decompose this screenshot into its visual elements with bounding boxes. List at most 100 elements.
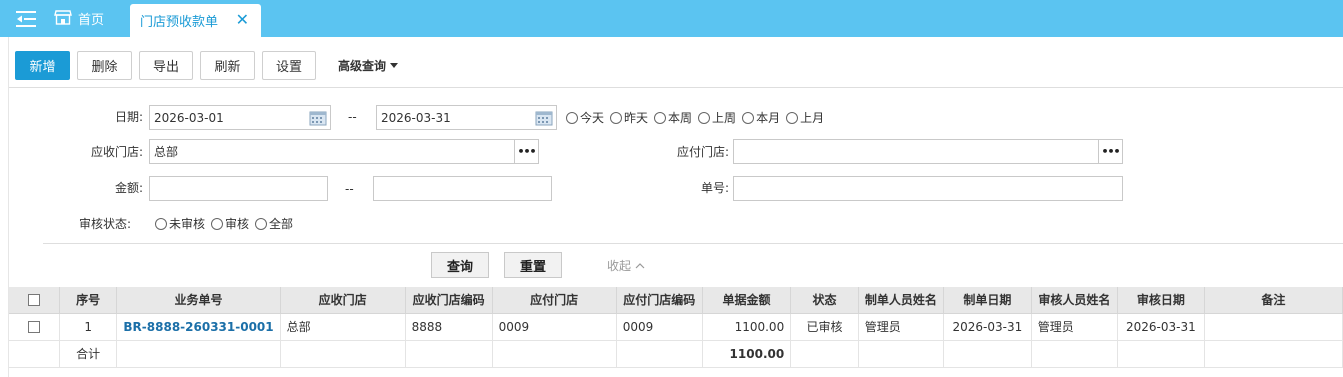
column-header[interactable]: 应收门店编码 xyxy=(405,287,493,314)
radio-circle xyxy=(610,112,623,124)
select-all-checkbox[interactable] xyxy=(27,294,40,307)
settings-button[interactable]: 设置 xyxy=(262,51,316,80)
collapse-toggle[interactable]: 收起 xyxy=(607,257,645,274)
amount-label: 金额: xyxy=(114,181,143,195)
amount-range-separator: -- xyxy=(345,182,354,196)
search-button[interactable]: 查询 xyxy=(431,252,489,278)
date-to-input[interactable] xyxy=(381,106,556,129)
cell-receive-code: 8888 xyxy=(405,313,493,341)
radio-last-week[interactable]: 上周 xyxy=(698,106,736,130)
amount-from-field[interactable] xyxy=(149,176,328,201)
calendar-icon[interactable] xyxy=(306,106,330,129)
results-table: 序号 业务单号 应收门店 应收门店编码 应付门店 应付门店编码 单据金额 状态 … xyxy=(9,287,1343,368)
date-from-field[interactable] xyxy=(149,105,331,130)
column-header[interactable]: 状态 xyxy=(790,287,859,314)
radio-today[interactable]: 今天 xyxy=(566,106,604,130)
tab-home[interactable]: 首页 xyxy=(54,0,104,37)
radio-audited[interactable]: 审核 xyxy=(211,212,249,236)
row-checkbox[interactable] xyxy=(27,321,40,333)
total-empty-cell xyxy=(1204,340,1343,368)
receive-store-field[interactable]: ••• xyxy=(149,139,539,164)
radio-this-month[interactable]: 本月 xyxy=(742,106,780,130)
radio-unaudited[interactable]: 未审核 xyxy=(155,212,205,236)
cell-audit-date: 2026-03-31 xyxy=(1117,313,1205,341)
receive-store-input[interactable] xyxy=(154,140,538,163)
doc-no-link[interactable]: BR-8888-260331-0001 xyxy=(116,313,281,341)
column-header[interactable]: 应付门店编码 xyxy=(616,287,703,314)
cell-receive-store: 总部 xyxy=(280,313,406,341)
radio-circle xyxy=(742,112,755,124)
cell-auditor: 管理员 xyxy=(1031,313,1118,341)
total-amount: 1100.00 xyxy=(702,340,792,368)
amount-to-input[interactable] xyxy=(378,177,551,200)
export-button[interactable]: 导出 xyxy=(139,51,193,80)
radio-this-week[interactable]: 本周 xyxy=(654,106,692,130)
column-header[interactable]: 应付门店 xyxy=(492,287,617,314)
column-header[interactable]: 单据金额 xyxy=(702,287,792,314)
delete-button[interactable]: 删除 xyxy=(77,51,132,80)
amount-from-input[interactable] xyxy=(154,177,327,200)
menu-toggle-icon[interactable] xyxy=(14,9,38,29)
column-header[interactable]: 应收门店 xyxy=(280,287,406,314)
radio-all[interactable]: 全部 xyxy=(255,212,293,236)
column-header[interactable]: 序号 xyxy=(59,287,118,314)
tab-home-label: 首页 xyxy=(78,13,105,28)
caret-down-icon xyxy=(390,63,399,68)
lookup-icon[interactable]: ••• xyxy=(1098,140,1122,163)
advanced-search-label: 高级查询 xyxy=(338,59,387,73)
quick-date-radios: 今天 昨天 本周 上周 本月 上月 xyxy=(566,106,830,130)
radio-circle xyxy=(654,112,667,124)
doc-no-input[interactable] xyxy=(738,177,1122,200)
select-all-cell[interactable] xyxy=(9,287,60,314)
total-empty-cell xyxy=(492,340,617,368)
date-from-input[interactable] xyxy=(154,106,330,129)
radio-circle xyxy=(698,112,711,124)
total-empty-cell xyxy=(116,340,281,368)
radio-last-month[interactable]: 上月 xyxy=(786,106,824,130)
cell-remark xyxy=(1204,313,1343,341)
add-button[interactable]: 新增 xyxy=(15,51,70,80)
total-empty-cell xyxy=(405,340,493,368)
receive-store-label: 应收门店: xyxy=(90,145,143,159)
row-select-cell[interactable] xyxy=(9,313,60,341)
reset-button[interactable]: 重置 xyxy=(504,252,562,278)
doc-no-field[interactable] xyxy=(733,176,1123,201)
radio-circle xyxy=(211,218,224,230)
radio-circle xyxy=(566,112,578,124)
cell-status: 已审核 xyxy=(790,313,859,341)
refresh-button[interactable]: 刷新 xyxy=(200,51,255,80)
lookup-icon[interactable]: ••• xyxy=(514,140,538,163)
amount-to-field[interactable] xyxy=(373,176,552,201)
calendar-icon[interactable] xyxy=(532,106,556,129)
radio-circle xyxy=(155,218,167,230)
tab-store-prepayment[interactable]: 门店预收款单 ✕ xyxy=(130,4,261,37)
pay-store-input[interactable] xyxy=(738,140,1122,163)
date-to-field[interactable] xyxy=(376,105,557,130)
column-header[interactable]: 制单人员姓名 xyxy=(858,287,944,314)
table-row[interactable]: 1 BR-8888-260331-0001 总部 8888 0009 0009 … xyxy=(9,313,1343,341)
column-header[interactable]: 业务单号 xyxy=(116,287,281,314)
radio-label: 上月 xyxy=(800,111,825,125)
column-header[interactable]: 制单日期 xyxy=(943,287,1032,314)
total-empty-cell xyxy=(1031,340,1118,368)
column-header[interactable]: 审核日期 xyxy=(1117,287,1205,314)
column-header[interactable]: 备注 xyxy=(1204,287,1343,314)
total-empty-cell xyxy=(9,340,60,368)
radio-yesterday[interactable]: 昨天 xyxy=(610,106,648,130)
close-tab-icon[interactable]: ✕ xyxy=(236,10,249,30)
cell-create-date: 2026-03-31 xyxy=(943,313,1032,341)
advanced-search-dropdown[interactable]: 高级查询 xyxy=(338,51,399,80)
page-content: 新增 删除 导出 刷新 设置 高级查询 日期: -- xyxy=(8,37,1343,377)
radio-label: 上周 xyxy=(712,111,737,125)
audit-status-radios: 未审核 审核 全部 xyxy=(155,212,299,236)
pay-store-field[interactable]: ••• xyxy=(733,139,1123,164)
tab-active-label: 门店预收款单 xyxy=(140,15,219,30)
table-header-row: 序号 业务单号 应收门店 应收门店编码 应付门店 应付门店编码 单据金额 状态 … xyxy=(9,287,1343,314)
form-divider xyxy=(43,243,1343,244)
column-header[interactable]: 审核人员姓名 xyxy=(1031,287,1118,314)
store-icon xyxy=(54,9,72,29)
date-label: 日期: xyxy=(114,110,143,124)
audit-status-label: 审核状态: xyxy=(79,217,132,231)
tab-bar: 首页 门店预收款单 ✕ xyxy=(0,0,1343,37)
radio-label: 审核 xyxy=(225,217,250,231)
